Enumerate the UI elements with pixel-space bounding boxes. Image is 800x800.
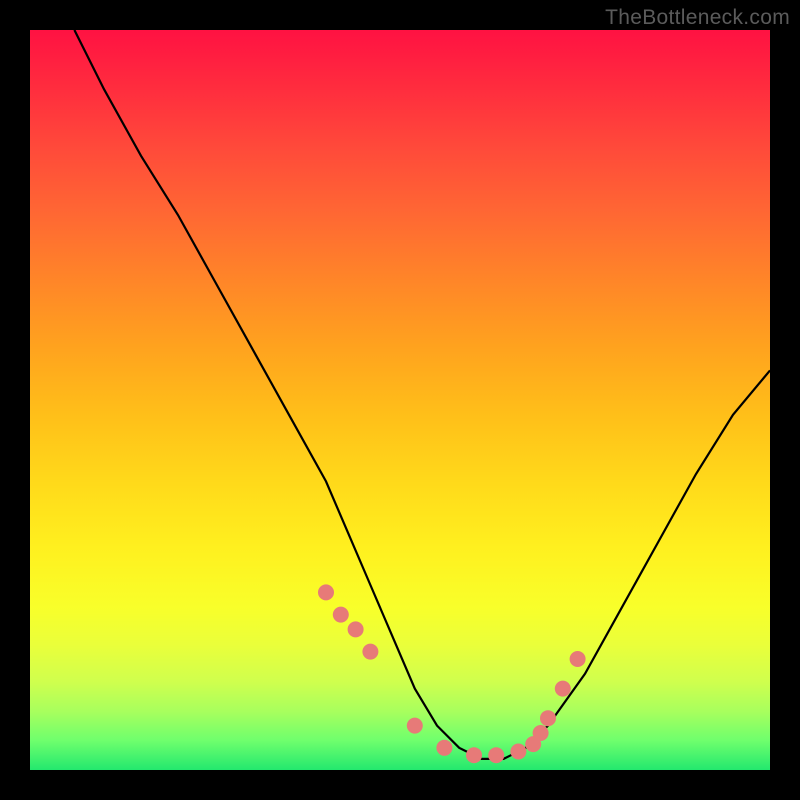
marker-dot: [318, 584, 334, 600]
chart-svg: [30, 30, 770, 770]
plot-area: [30, 30, 770, 770]
marker-dot: [436, 740, 452, 756]
marker-dot: [555, 681, 571, 697]
marker-dot: [488, 747, 504, 763]
marker-dot: [540, 710, 556, 726]
marker-group: [318, 584, 586, 763]
marker-dot: [533, 725, 549, 741]
marker-dot: [407, 718, 423, 734]
marker-dot: [466, 747, 482, 763]
marker-dot: [510, 744, 526, 760]
marker-dot: [333, 607, 349, 623]
bottleneck-curve: [74, 30, 770, 759]
marker-dot: [348, 621, 364, 637]
marker-dot: [570, 651, 586, 667]
chart-frame: TheBottleneck.com: [0, 0, 800, 800]
marker-dot: [362, 644, 378, 660]
watermark-text: TheBottleneck.com: [605, 6, 790, 30]
